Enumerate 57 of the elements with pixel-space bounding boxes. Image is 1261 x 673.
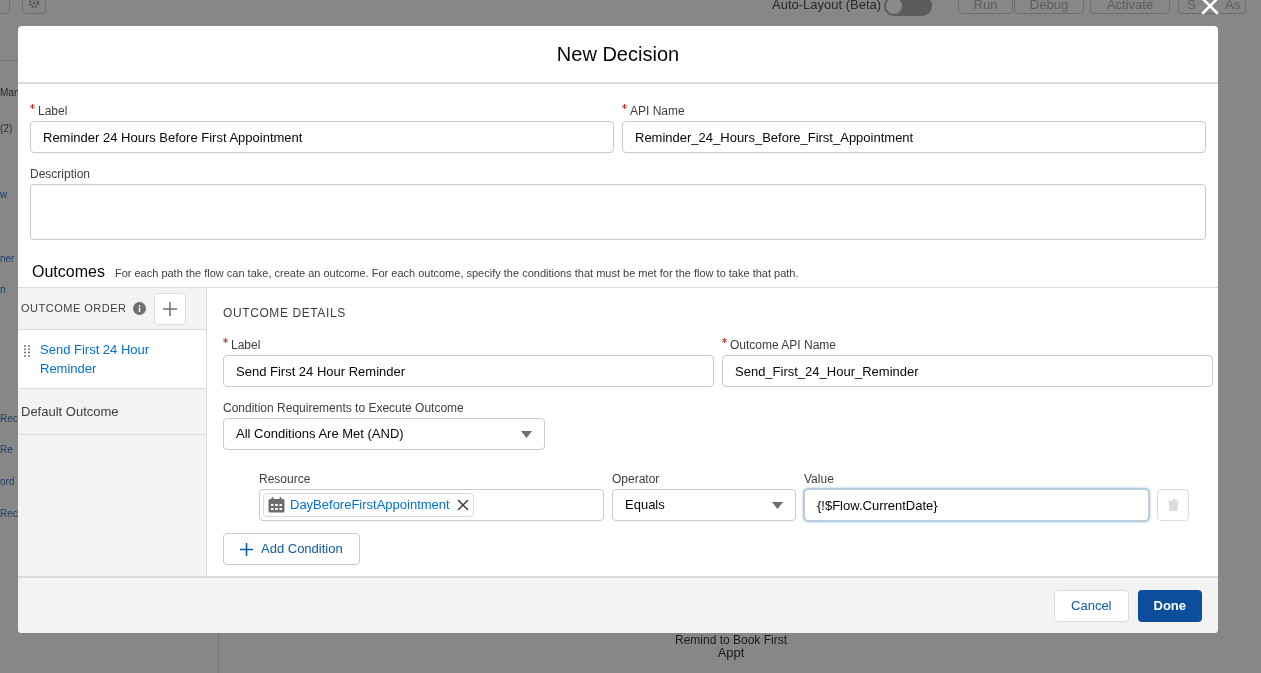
text-field[interactable]: Reminder 24 Hours Before First Appointment [30, 121, 614, 153]
plus-icon [240, 542, 253, 556]
info-icon [132, 302, 146, 315]
field-label: Value [804, 471, 834, 488]
node-label: Remind to Book First [673, 634, 788, 647]
add-outcome-button[interactable] [153, 292, 186, 325]
field-label: Label [38, 103, 68, 120]
caret-icon [772, 501, 783, 509]
auto-layout-label: Auto-Layout (Beta) [772, 0, 882, 12]
canvas-text: (2) [0, 123, 13, 135]
section-heading: Outcomes [32, 262, 105, 282]
field-label: Outcome API Name [730, 337, 837, 354]
panel-heading: OUTCOME DETAILS [223, 305, 347, 322]
add-condition-button[interactable]: Add Condition [223, 533, 360, 565]
canvas-text: n [0, 284, 6, 296]
canvas-text: w [0, 189, 8, 201]
canvas-text: Re [0, 444, 13, 456]
value-field[interactable]: {!$Flow.CurrentDate} [804, 489, 1149, 521]
field-label: API Name [630, 103, 685, 120]
resource-pill[interactable]: DayBeforeFirstAppointment [263, 493, 474, 517]
calendar-icon [268, 497, 285, 513]
delete-button[interactable] [1157, 489, 1189, 521]
field-label: Label [231, 337, 261, 354]
outcome-label: Default Outcome [21, 403, 119, 421]
text-field[interactable]: Send First 24 Hour Reminder [223, 355, 714, 387]
outcome-item[interactable]: Default Outcome [18, 389, 206, 435]
canvas-text: ner [0, 253, 15, 265]
help-text: For each path the flow can take, create an outcome. For each outcome, specify the conditions that must be met for the flow to take that path. [114, 266, 799, 281]
close-icon [456, 499, 469, 511]
plus-icon [162, 301, 177, 316]
dialog-title: New Decision [556, 42, 680, 67]
description-field[interactable] [30, 184, 1206, 240]
close-icon [1201, 0, 1219, 15]
field-label: Operator [612, 471, 660, 488]
caret-icon [521, 430, 532, 438]
resource-field[interactable]: DayBeforeFirstAppointment [259, 489, 604, 521]
drag-handle-icon [24, 345, 30, 357]
field-label: Condition Requirements to Execute Outcome [223, 400, 464, 417]
remove-button[interactable] [456, 499, 469, 511]
requirements-dropdown[interactable]: All Conditions Are Met (AND) [223, 418, 545, 450]
field-label: Description [30, 166, 91, 183]
operator-dropdown[interactable]: Equals [612, 489, 796, 521]
done-button[interactable]: Done [1137, 589, 1202, 622]
canvas-text: ord [0, 476, 15, 488]
canvas-text: Rec [0, 413, 18, 425]
field-label: Resource [259, 471, 311, 488]
auto-layout-toggle[interactable] [884, 0, 932, 16]
panel-heading: OUTCOME ORDER [21, 301, 127, 317]
node-label: Appt [716, 645, 746, 661]
canvas-text: Rec [0, 508, 18, 520]
trash-icon [1167, 499, 1179, 511]
text-field[interactable]: Send_First_24_Hour_Reminder [722, 355, 1213, 387]
settings-icon [28, 0, 40, 9]
cancel-button[interactable]: Cancel [1054, 589, 1129, 622]
text-field[interactable]: Reminder_24_Hours_Before_First_Appointment [622, 121, 1206, 153]
outcome-label: Send First 24 Hour Reminder [40, 341, 151, 378]
outcome-item[interactable]: Send First 24 Hour Reminder [18, 330, 206, 389]
